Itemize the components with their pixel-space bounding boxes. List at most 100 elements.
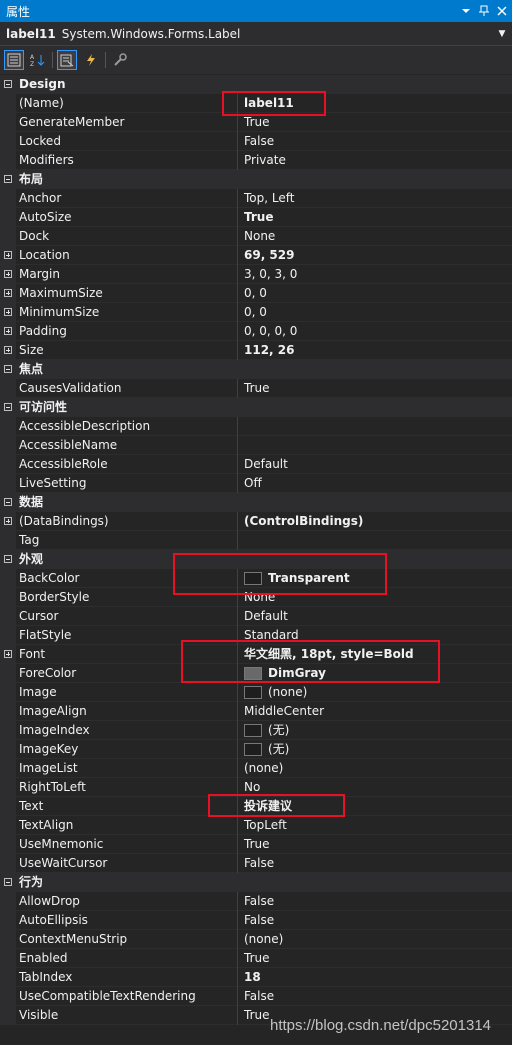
property-row[interactable]: Enabled True xyxy=(0,948,512,968)
property-value[interactable]: 112, 26 xyxy=(238,341,512,360)
property-value[interactable] xyxy=(238,417,512,436)
property-value[interactable] xyxy=(238,531,512,550)
property-row[interactable]: GenerateMember True xyxy=(0,112,512,132)
property-value[interactable]: False xyxy=(238,132,512,151)
property-row[interactable]: FlatStyle Standard xyxy=(0,625,512,645)
events-icon[interactable] xyxy=(81,50,101,70)
property-value[interactable]: 18 xyxy=(238,968,512,987)
property-row[interactable]: Margin 3, 0, 3, 0 xyxy=(0,264,512,284)
property-row[interactable]: Text 投诉建议 xyxy=(0,796,512,816)
property-value[interactable]: Off xyxy=(238,474,512,493)
property-value[interactable]: True xyxy=(238,379,512,398)
property-row[interactable]: Anchor Top, Left xyxy=(0,188,512,208)
property-row[interactable]: Cursor Default xyxy=(0,606,512,626)
category-row[interactable]: 焦点 xyxy=(0,359,512,379)
chevron-down-icon[interactable]: ▼ xyxy=(495,29,509,39)
property-row[interactable]: CausesValidation True xyxy=(0,378,512,398)
property-row[interactable]: UseCompatibleTextRendering False xyxy=(0,986,512,1006)
alphabetical-icon[interactable]: A Z xyxy=(28,50,48,70)
property-row[interactable]: ForeColor DimGray xyxy=(0,663,512,683)
property-row[interactable]: RightToLeft No xyxy=(0,777,512,797)
category-row[interactable]: 外观 xyxy=(0,549,512,569)
property-row[interactable]: AllowDrop False xyxy=(0,891,512,911)
property-row[interactable]: Locked False xyxy=(0,131,512,151)
categorized-icon[interactable] xyxy=(4,50,24,70)
property-value[interactable]: 3, 0, 3, 0 xyxy=(238,265,512,284)
property-value[interactable]: Top, Left xyxy=(238,189,512,208)
dropdown-icon[interactable] xyxy=(458,0,474,22)
property-value[interactable]: True xyxy=(238,949,512,968)
property-value[interactable]: 投诉建议 xyxy=(238,797,512,816)
property-row[interactable]: BorderStyle None xyxy=(0,587,512,607)
collapse-icon[interactable] xyxy=(0,169,16,189)
close-icon[interactable] xyxy=(494,0,510,22)
property-value[interactable]: (无) xyxy=(238,740,512,759)
property-value[interactable]: False xyxy=(238,911,512,930)
property-value[interactable]: 0, 0 xyxy=(238,303,512,322)
category-row[interactable]: 行为 xyxy=(0,872,512,892)
property-value[interactable]: None xyxy=(238,588,512,607)
property-row[interactable]: ImageAlign MiddleCenter xyxy=(0,701,512,721)
property-row[interactable]: MinimumSize 0, 0 xyxy=(0,302,512,322)
object-selector[interactable]: label11 System.Windows.Forms.Label ▼ xyxy=(0,22,512,46)
category-row[interactable]: 布局 xyxy=(0,169,512,189)
property-value[interactable]: Private xyxy=(238,151,512,170)
property-value[interactable]: DimGray xyxy=(238,664,512,683)
property-value[interactable]: (无) xyxy=(238,721,512,740)
property-value[interactable]: True xyxy=(238,208,512,227)
property-value[interactable]: Standard xyxy=(238,626,512,645)
category-row[interactable]: Design xyxy=(0,74,512,94)
property-row[interactable]: UseWaitCursor False xyxy=(0,853,512,873)
property-value[interactable]: No xyxy=(238,778,512,797)
property-row[interactable]: BackColor Transparent xyxy=(0,568,512,588)
property-value[interactable]: False xyxy=(238,892,512,911)
category-row[interactable]: 可访问性 xyxy=(0,397,512,417)
property-row[interactable]: ContextMenuStrip (none) xyxy=(0,929,512,949)
property-row[interactable]: MaximumSize 0, 0 xyxy=(0,283,512,303)
collapse-icon[interactable] xyxy=(0,359,16,379)
property-row[interactable]: Image (none) xyxy=(0,682,512,702)
property-row[interactable]: UseMnemonic True xyxy=(0,834,512,854)
property-value[interactable]: 华文细黑, 18pt, style=Bold xyxy=(238,645,512,664)
property-row[interactable]: ImageKey (无) xyxy=(0,739,512,759)
category-row[interactable]: 数据 xyxy=(0,492,512,512)
property-value[interactable]: 69, 529 xyxy=(238,246,512,265)
property-row[interactable]: ImageList (none) xyxy=(0,758,512,778)
property-value[interactable]: (none) xyxy=(238,683,512,702)
property-row[interactable]: (DataBindings) (ControlBindings) xyxy=(0,511,512,531)
collapse-icon[interactable] xyxy=(0,397,16,417)
property-value[interactable]: 0, 0, 0, 0 xyxy=(238,322,512,341)
property-row[interactable]: LiveSetting Off xyxy=(0,473,512,493)
property-row[interactable]: ImageIndex (无) xyxy=(0,720,512,740)
property-row[interactable]: AccessibleRole Default xyxy=(0,454,512,474)
property-value[interactable]: True xyxy=(238,113,512,132)
collapse-icon[interactable] xyxy=(0,492,16,512)
property-row[interactable]: AccessibleDescription xyxy=(0,416,512,436)
property-pages-icon[interactable] xyxy=(110,50,130,70)
expand-icon[interactable] xyxy=(0,321,16,341)
property-value[interactable] xyxy=(238,436,512,455)
expand-icon[interactable] xyxy=(0,283,16,303)
property-row[interactable]: Size 112, 26 xyxy=(0,340,512,360)
expand-icon[interactable] xyxy=(0,511,16,531)
expand-icon[interactable] xyxy=(0,245,16,265)
collapse-icon[interactable] xyxy=(0,74,16,94)
expand-icon[interactable] xyxy=(0,264,16,284)
property-value[interactable]: True xyxy=(238,835,512,854)
collapse-icon[interactable] xyxy=(0,549,16,569)
property-value[interactable]: label11 xyxy=(238,94,512,113)
property-value[interactable]: Default xyxy=(238,455,512,474)
property-row[interactable]: Modifiers Private xyxy=(0,150,512,170)
property-row[interactable]: Location 69, 529 xyxy=(0,245,512,265)
property-row[interactable]: (Name) label11 xyxy=(0,93,512,113)
properties-icon[interactable] xyxy=(57,50,77,70)
property-value[interactable]: 0, 0 xyxy=(238,284,512,303)
property-value[interactable]: False xyxy=(238,987,512,1006)
property-row[interactable]: AutoEllipsis False xyxy=(0,910,512,930)
property-row[interactable]: AccessibleName xyxy=(0,435,512,455)
property-row[interactable]: AutoSize True xyxy=(0,207,512,227)
property-row[interactable]: TabIndex 18 xyxy=(0,967,512,987)
collapse-icon[interactable] xyxy=(0,872,16,892)
pin-icon[interactable] xyxy=(476,0,492,22)
property-value[interactable]: Transparent xyxy=(238,569,512,588)
